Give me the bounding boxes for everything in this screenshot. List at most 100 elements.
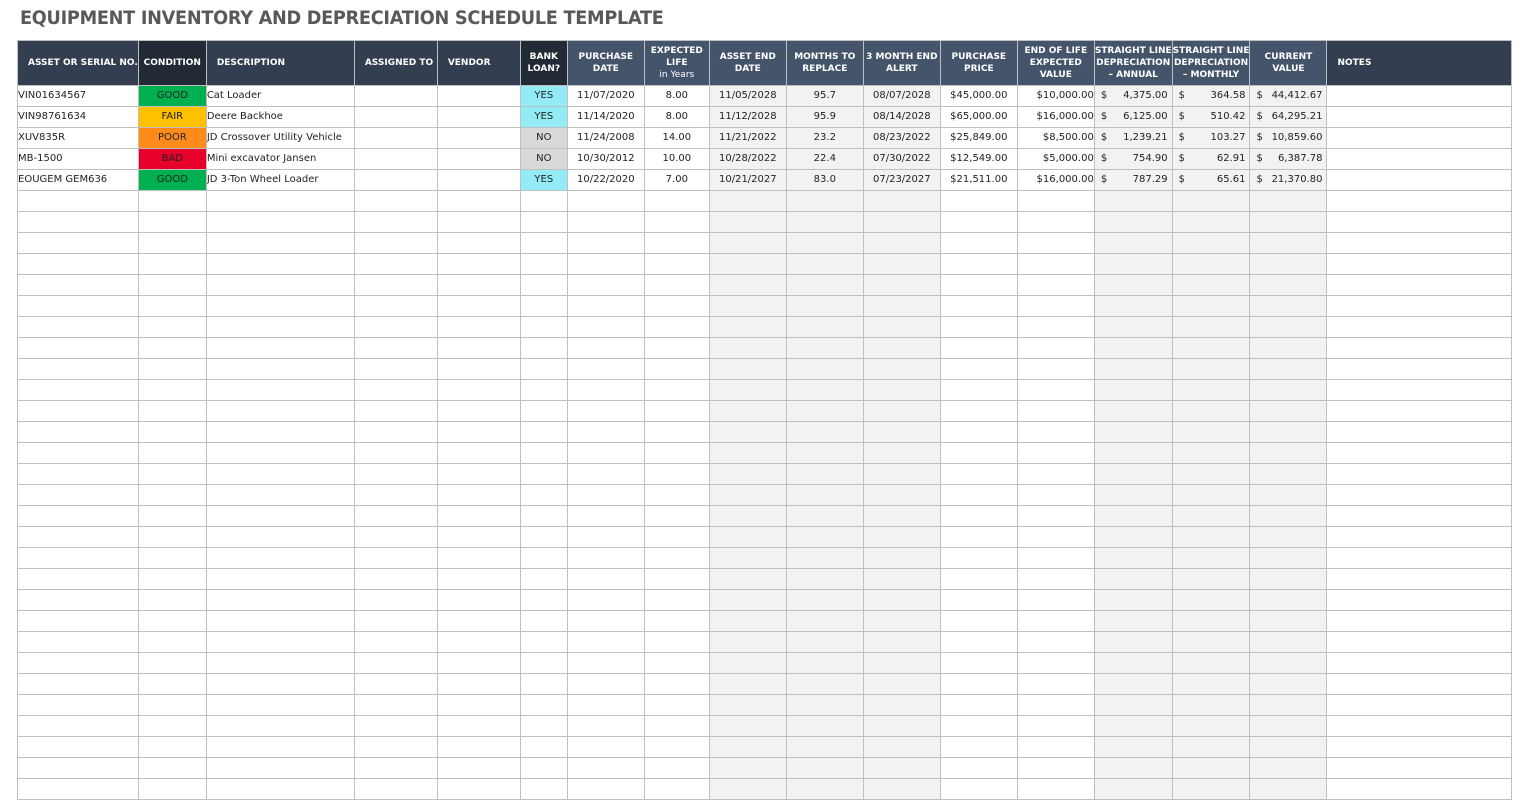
cell-description[interactable] (205, 358, 355, 380)
cell-bank-loan[interactable] (519, 232, 568, 254)
cell-vendor[interactable] (436, 211, 521, 233)
cell-asset-end-date[interactable] (708, 673, 787, 695)
cell-purchase-price[interactable] (939, 316, 1018, 338)
cell-purchase-date[interactable] (566, 463, 645, 485)
header-description[interactable]: DESCRIPTION (205, 40, 355, 86)
cell-description[interactable] (205, 715, 355, 737)
cell-asset-end-date[interactable] (708, 400, 787, 422)
cell-expected-life[interactable] (643, 421, 710, 443)
cell-purchase-price[interactable] (939, 379, 1018, 401)
cell-current-value[interactable] (1249, 211, 1328, 233)
cell-notes[interactable] (1326, 778, 1513, 800)
cell-asset-end-date[interactable] (708, 568, 787, 590)
cell-assigned-to[interactable] (353, 463, 438, 485)
cell-assigned-to[interactable] (353, 232, 438, 254)
cell-condition[interactable] (137, 736, 207, 758)
cell-sl-annual[interactable] (1093, 400, 1173, 422)
cell-end-of-life-value[interactable] (1016, 442, 1095, 464)
cell-description[interactable] (205, 589, 355, 611)
cell-notes[interactable] (1326, 484, 1513, 506)
cell-months-to-replace[interactable] (785, 652, 864, 674)
cell-condition[interactable]: BAD (137, 148, 207, 170)
cell-purchase-date[interactable]: 11/14/2020 (566, 106, 645, 128)
cell-purchase-date[interactable]: 11/07/2020 (566, 85, 645, 107)
cell-asset[interactable] (17, 652, 139, 674)
cell-sl-annual[interactable] (1093, 757, 1173, 779)
cell-description[interactable] (205, 778, 355, 800)
cell-end-of-life-value[interactable] (1016, 211, 1095, 233)
cell-sl-monthly[interactable] (1171, 736, 1251, 758)
cell-asset-end-date[interactable] (708, 190, 787, 212)
header-end-of-life-value[interactable]: END OF LIFE EXPECTED VALUE (1016, 40, 1095, 86)
cell-end-of-life-value[interactable] (1016, 589, 1095, 611)
cell-purchase-price[interactable] (939, 589, 1018, 611)
cell-vendor[interactable] (436, 610, 521, 632)
cell-asset[interactable] (17, 442, 139, 464)
cell-asset[interactable] (17, 694, 139, 716)
cell-months-to-replace[interactable]: 83.0 (785, 169, 864, 191)
cell-vendor[interactable] (436, 463, 521, 485)
cell-current-value[interactable] (1249, 274, 1328, 296)
cell-notes[interactable] (1326, 610, 1513, 632)
cell-assigned-to[interactable] (353, 169, 438, 191)
cell-description[interactable] (205, 400, 355, 422)
cell-description[interactable] (205, 631, 355, 653)
cell-3-month-end-alert[interactable] (862, 316, 941, 338)
cell-vendor[interactable] (436, 589, 521, 611)
cell-description[interactable] (205, 379, 355, 401)
cell-asset-end-date[interactable]: 10/21/2027 (708, 169, 787, 191)
cell-sl-monthly[interactable] (1171, 211, 1251, 233)
cell-3-month-end-alert[interactable] (862, 652, 941, 674)
cell-description[interactable] (205, 337, 355, 359)
cell-bank-loan[interactable] (519, 736, 568, 758)
cell-current-value[interactable] (1249, 358, 1328, 380)
cell-purchase-price[interactable]: $25,849.00 (939, 127, 1018, 149)
cell-asset-end-date[interactable] (708, 379, 787, 401)
cell-notes[interactable] (1326, 274, 1513, 296)
cell-condition[interactable] (137, 421, 207, 443)
cell-3-month-end-alert[interactable] (862, 211, 941, 233)
cell-condition[interactable] (137, 295, 207, 317)
cell-end-of-life-value[interactable] (1016, 484, 1095, 506)
cell-vendor[interactable] (436, 547, 521, 569)
cell-asset[interactable] (17, 253, 139, 275)
cell-sl-monthly[interactable] (1171, 484, 1251, 506)
cell-asset-end-date[interactable]: 11/05/2028 (708, 85, 787, 107)
cell-description[interactable]: Deere Backhoe (205, 106, 355, 128)
cell-expected-life[interactable] (643, 778, 710, 800)
cell-sl-annual[interactable] (1093, 211, 1173, 233)
cell-notes[interactable] (1326, 85, 1513, 107)
cell-notes[interactable] (1326, 463, 1513, 485)
cell-asset-end-date[interactable] (708, 358, 787, 380)
cell-purchase-date[interactable] (566, 757, 645, 779)
cell-end-of-life-value[interactable] (1016, 568, 1095, 590)
cell-bank-loan[interactable]: YES (519, 169, 568, 191)
cell-bank-loan[interactable]: YES (519, 106, 568, 128)
cell-purchase-date[interactable] (566, 589, 645, 611)
cell-purchase-price[interactable] (939, 610, 1018, 632)
cell-vendor[interactable] (436, 232, 521, 254)
cell-sl-monthly[interactable] (1171, 442, 1251, 464)
header-condition[interactable]: CONDITION (137, 40, 207, 86)
header-expected-life[interactable]: EXPECTED LIFE in Years (643, 40, 710, 86)
cell-asset-end-date[interactable] (708, 232, 787, 254)
cell-description[interactable] (205, 694, 355, 716)
cell-end-of-life-value[interactable] (1016, 463, 1095, 485)
cell-purchase-price[interactable] (939, 463, 1018, 485)
cell-end-of-life-value[interactable] (1016, 652, 1095, 674)
cell-purchase-date[interactable] (566, 610, 645, 632)
cell-current-value[interactable]: $10,859.60 (1249, 127, 1328, 149)
cell-condition[interactable] (137, 778, 207, 800)
cell-expected-life[interactable]: 14.00 (643, 127, 710, 149)
cell-assigned-to[interactable] (353, 694, 438, 716)
cell-purchase-price[interactable]: $21,511.00 (939, 169, 1018, 191)
cell-months-to-replace[interactable] (785, 295, 864, 317)
cell-expected-life[interactable] (643, 442, 710, 464)
cell-sl-annual[interactable] (1093, 568, 1173, 590)
cell-purchase-price[interactable] (939, 505, 1018, 527)
cell-asset[interactable] (17, 190, 139, 212)
cell-condition[interactable] (137, 400, 207, 422)
cell-months-to-replace[interactable]: 95.7 (785, 85, 864, 107)
cell-expected-life[interactable] (643, 631, 710, 653)
cell-bank-loan[interactable] (519, 358, 568, 380)
